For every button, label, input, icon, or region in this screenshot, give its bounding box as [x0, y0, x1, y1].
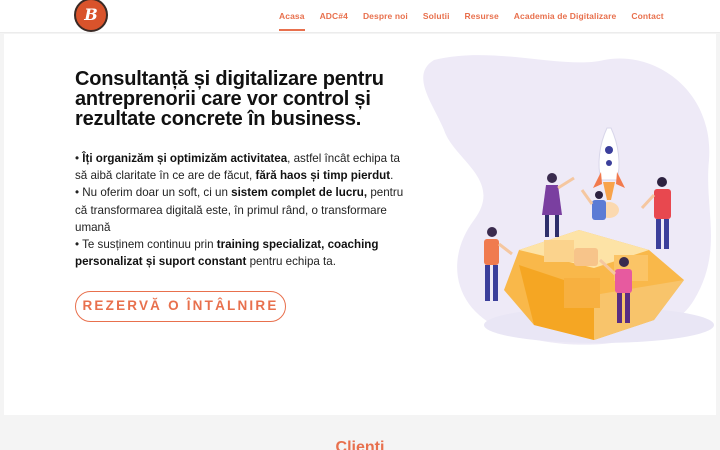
logo[interactable]: B: [74, 0, 108, 32]
book-meeting-button[interactable]: REZERVĂ O ÎNTÂLNIRE: [75, 291, 286, 322]
hero-headline: Consultanță și digitalizare pentru antre…: [75, 68, 384, 130]
site-header: B Acasa ADC#4 Despre noi Solutii Resurse…: [0, 0, 720, 33]
hero-bullets: • Îți organizăm și optimizăm activitatea…: [75, 150, 405, 270]
bullet-item: • Îți organizăm și optimizăm activitatea…: [75, 152, 400, 183]
nav-item-acasa[interactable]: Acasa: [279, 11, 305, 31]
team-rocket-illustration: [423, 55, 714, 345]
nav-item-resurse[interactable]: Resurse: [465, 11, 499, 21]
hero-section: Consultanță și digitalizare pentru antre…: [4, 34, 716, 415]
bullet-item: • Nu oferim doar un soft, ci un sistem c…: [75, 186, 404, 234]
clients-heading: Clienti: [335, 439, 385, 450]
nav-item-despre-noi[interactable]: Despre noi: [363, 11, 408, 21]
logo-letter: B: [84, 5, 98, 24]
clients-section: Clienti: [0, 415, 720, 450]
nav-item-academia[interactable]: Academia de Digitalizare: [514, 11, 617, 21]
nav-item-adc4[interactable]: ADC#4: [320, 11, 348, 21]
main-nav: Acasa ADC#4 Despre noi Solutii Resurse A…: [279, 11, 679, 31]
nav-item-solutii[interactable]: Solutii: [423, 11, 450, 21]
nav-item-contact[interactable]: Contact: [631, 11, 663, 21]
page: B Acasa ADC#4 Despre noi Solutii Resurse…: [0, 0, 720, 450]
bullet-item: • Te susținem continuu prin training spe…: [75, 238, 379, 269]
